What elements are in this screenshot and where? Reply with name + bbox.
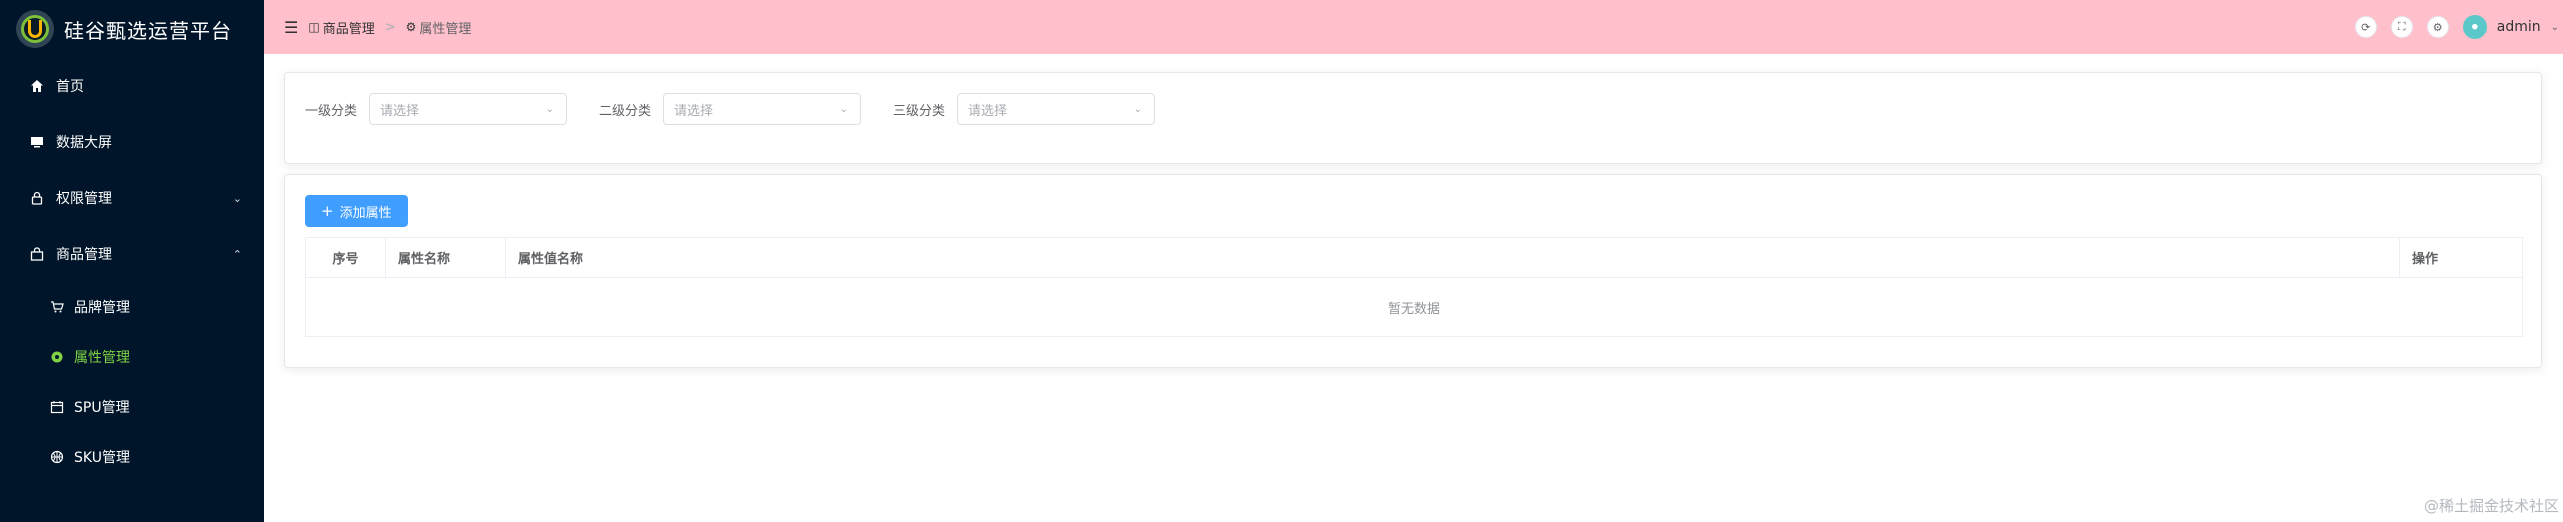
sidebar-subitem-sku[interactable]: SKU管理	[0, 432, 264, 482]
sidebar-subitem-label: SKU管理	[74, 450, 130, 466]
sidebar-item-label: 商品管理	[56, 247, 112, 263]
sidebar-subitem-label: 品牌管理	[74, 300, 130, 316]
category3-select[interactable]: 请选择 ⌄	[957, 93, 1156, 125]
breadcrumb: ◫ 商品管理 > ⚙ 属性管理	[308, 18, 471, 37]
chevron-up-icon: ⌃	[232, 247, 242, 261]
calendar-icon	[48, 400, 66, 414]
column-header-attr-values: 属性值名称	[506, 238, 2400, 277]
lock-icon	[28, 191, 46, 205]
attributes-table: 序号 属性名称 属性值名称 操作 暂无数据	[305, 237, 2523, 337]
sidebar-subitem-label: 属性管理	[74, 350, 130, 366]
filter-label: 二级分类	[599, 103, 652, 119]
username[interactable]: admin	[2497, 19, 2541, 35]
chevron-down-icon: ⌄	[839, 103, 849, 115]
fullscreen-icon[interactable]: ⛶	[2390, 16, 2413, 38]
filter-label: 一级分类	[305, 103, 358, 119]
sidebar-item-home[interactable]: 首页	[0, 58, 264, 114]
column-header-actions: 操作	[2412, 252, 2439, 267]
sidebar-subitem-label: SPU管理	[74, 400, 130, 416]
attributes-card: + 添加属性 序号 属性名称 属性值名称 操作 暂无数据	[284, 174, 2542, 368]
main-content: 一级分类 请选择 ⌄ 二级分类 请选择 ⌄ 三级分类 请选择 ⌄ + 添加属性 …	[264, 54, 2563, 522]
home-icon	[28, 79, 46, 93]
column-header-attr-name: 属性名称	[386, 238, 506, 277]
select-placeholder: 请选择	[674, 103, 714, 119]
settings-icon[interactable]: ⚙	[2426, 16, 2449, 38]
category-filter-row: 一级分类 请选择 ⌄ 二级分类 请选择 ⌄ 三级分类 请选择 ⌄	[285, 93, 2541, 125]
chevron-down-icon: ⌄	[232, 191, 242, 205]
filter-level1: 一级分类 请选择 ⌄	[305, 93, 568, 125]
settings-icon: ⚙	[405, 20, 417, 34]
category-filter-card: 一级分类 请选择 ⌄ 二级分类 请选择 ⌄ 三级分类 请选择 ⌄	[284, 72, 2542, 164]
table-header: 序号 属性名称 属性值名称 操作	[306, 238, 2522, 278]
goods-icon: ◫	[308, 20, 320, 34]
sidebar-subitem-attributes[interactable]: 属性管理	[0, 332, 264, 382]
avatar[interactable]: ⚫	[2462, 15, 2487, 39]
filter-level3: 三级分类 请选择 ⌄	[893, 93, 1156, 125]
chevron-down-icon: ⌄	[545, 103, 555, 115]
breadcrumb-item: 属性管理	[419, 21, 472, 37]
filter-label: 三级分类	[893, 103, 946, 119]
sidebar-subitem-brand[interactable]: 品牌管理	[0, 282, 264, 332]
monitor-icon	[28, 135, 46, 149]
sidebar: 硅谷甄选运营平台 首页 数据大屏 权限管理 ⌄ 商品管理 ⌃ 品牌管理 属性管理…	[0, 0, 264, 522]
header-tools: ⟳ ⛶ ⚙ ⚫ admin ⌄	[2341, 0, 2563, 54]
sidebar-item-permissions[interactable]: 权限管理 ⌄	[0, 170, 264, 226]
breadcrumb-separator: >	[384, 19, 396, 35]
select-placeholder: 请选择	[380, 103, 420, 119]
sidebar-item-label: 权限管理	[56, 191, 112, 207]
logo-row: 硅谷甄选运营平台	[0, 0, 264, 58]
empty-text: 暂无数据	[1387, 301, 1440, 317]
basketball-icon	[48, 450, 66, 464]
add-attribute-button[interactable]: + 添加属性	[305, 195, 408, 227]
column-header-index: 序号	[306, 238, 386, 277]
plus-icon: +	[321, 202, 334, 220]
menu-fold-icon[interactable]: ☰	[284, 18, 298, 37]
goods-icon	[28, 247, 46, 261]
top-bar: ☰ ◫ 商品管理 > ⚙ 属性管理 ⟳ ⛶ ⚙ ⚫ admin ⌄	[264, 0, 2563, 54]
breadcrumb-item[interactable]: 商品管理	[323, 18, 375, 37]
category2-select[interactable]: 请选择 ⌄	[663, 93, 862, 125]
sidebar-item-goods[interactable]: 商品管理 ⌃	[0, 226, 264, 282]
sidebar-item-label: 数据大屏	[56, 135, 112, 151]
refresh-icon[interactable]: ⟳	[2354, 16, 2377, 38]
app-title: 硅谷甄选运营平台	[64, 18, 232, 43]
watermark: @稀土掘金技术社区	[2423, 497, 2559, 515]
settings-icon	[48, 350, 66, 364]
filter-level2: 二级分类 请选择 ⌄	[599, 93, 862, 125]
sidebar-subitem-spu[interactable]: SPU管理	[0, 382, 264, 432]
add-attribute-label: 添加属性	[339, 205, 392, 221]
cart-icon	[48, 300, 66, 314]
sidebar-item-dashboard[interactable]: 数据大屏	[0, 114, 264, 170]
category1-select[interactable]: 请选择 ⌄	[369, 93, 568, 125]
select-placeholder: 请选择	[968, 103, 1008, 119]
chevron-down-icon[interactable]: ⌄	[2551, 22, 2559, 33]
sidebar-item-label: 首页	[56, 79, 84, 95]
chevron-down-icon: ⌄	[1133, 103, 1143, 115]
logo-icon	[16, 10, 54, 48]
